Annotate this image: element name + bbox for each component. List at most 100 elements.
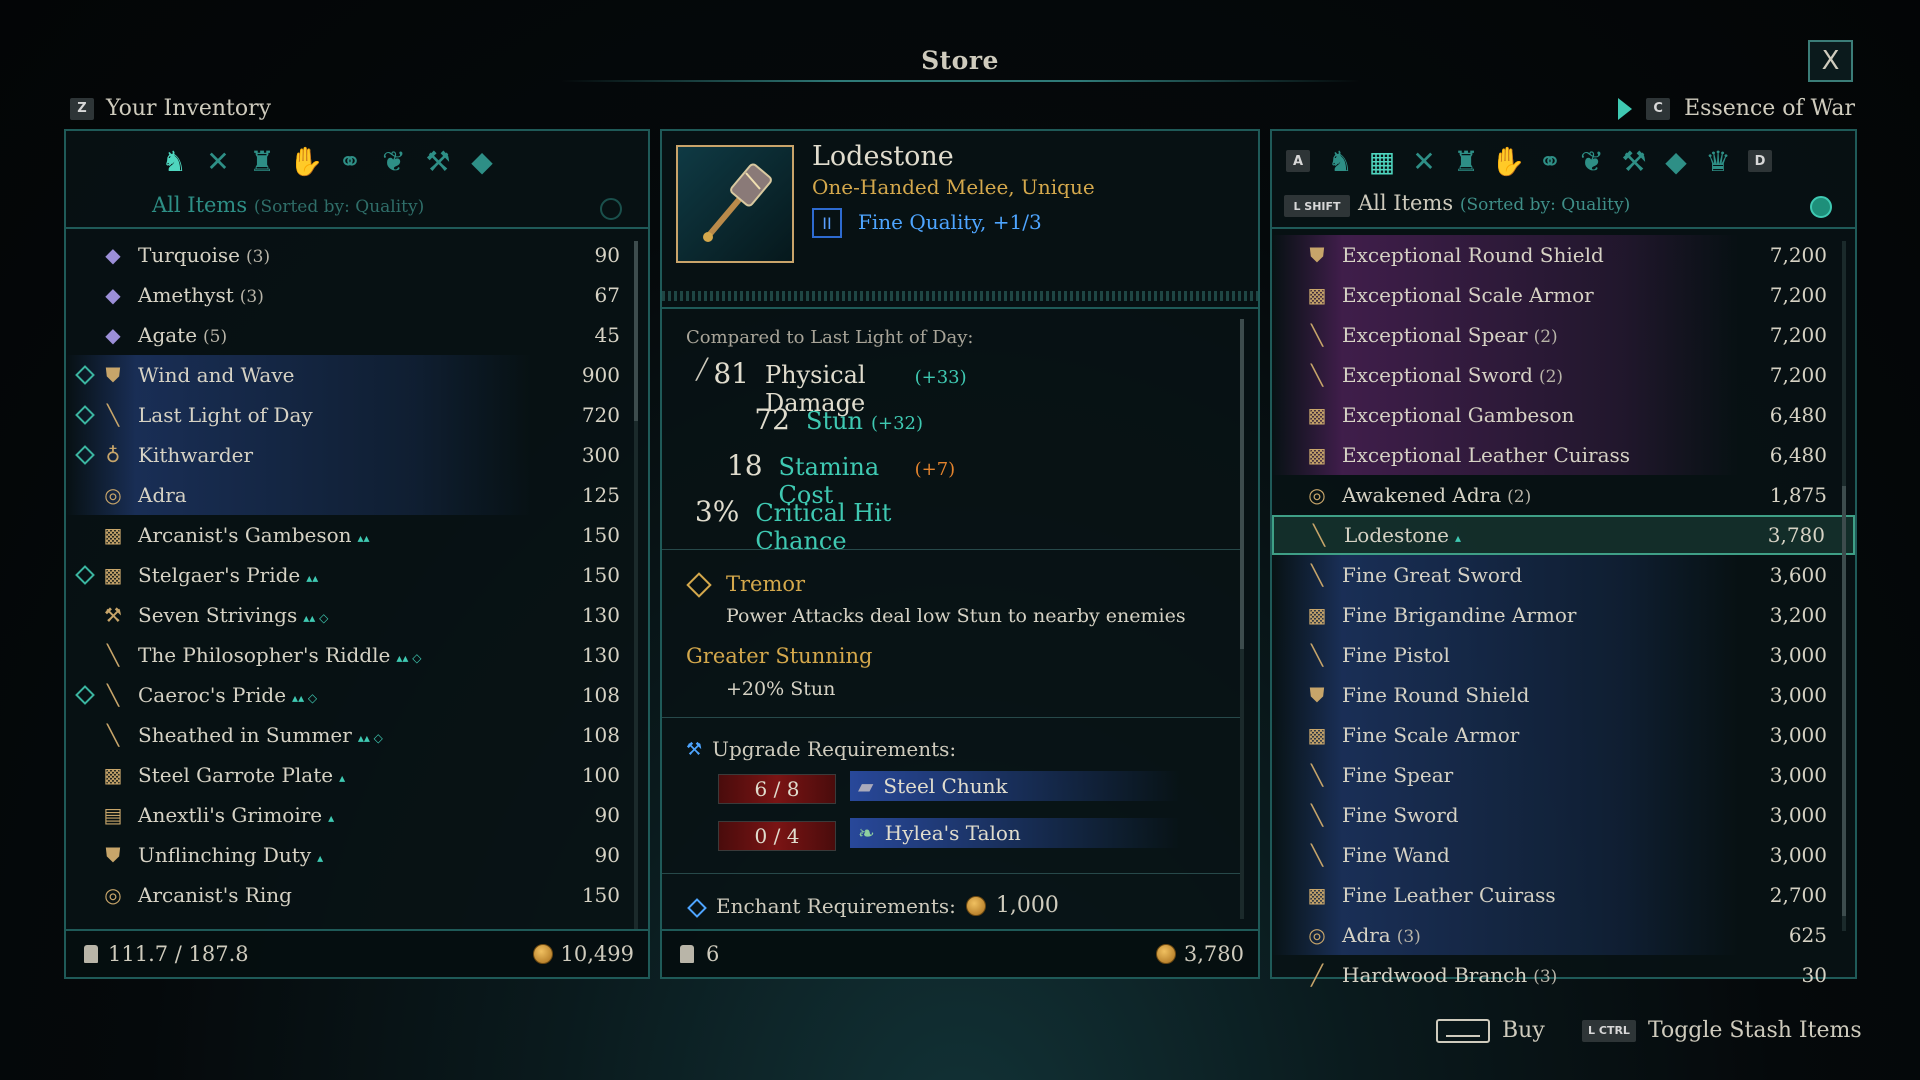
inventory-scrollbar[interactable] <box>634 241 638 931</box>
item-quantity: (3) <box>239 287 264 307</box>
list-item[interactable]: ╲ Sheathed in Summer ▴▴ ◇ 108 <box>66 715 648 755</box>
list-item[interactable]: ⛊ Fine Round Shield 3,000 <box>1272 675 1855 715</box>
rings-icon[interactable]: ⚭ <box>332 143 368 179</box>
armor-icon: ▩ <box>1307 883 1327 907</box>
trait2-title: Greater Stunning <box>686 644 873 668</box>
item-name: Arcanist's Ring <box>138 883 292 907</box>
diamond-icon[interactable]: ◆ <box>1658 143 1694 179</box>
item-quantity: (2) <box>1507 487 1532 507</box>
buy-hint[interactable]: Buy <box>1436 1018 1545 1043</box>
gauntlet-icon[interactable]: ✋ <box>288 143 324 179</box>
list-item[interactable]: ╲ Fine Spear 3,000 <box>1272 755 1855 795</box>
inventory-sort-label[interactable]: All Items (Sorted by: Quality) <box>152 193 424 217</box>
detail-scroll-thumb[interactable] <box>1240 319 1244 649</box>
list-item[interactable]: ╲ Fine Great Sword 3,600 <box>1272 555 1855 595</box>
quality-text: Fine Quality, +1/3 <box>858 210 1042 234</box>
ring-icon: ◎ <box>104 483 122 507</box>
store-sort-label[interactable]: All Items (Sorted by: Quality) <box>1358 191 1630 215</box>
detail-scrollbar[interactable] <box>1240 319 1244 919</box>
list-item[interactable]: ╲ Exceptional Sword (2) 7,200 <box>1272 355 1855 395</box>
item-name-text: Exceptional Round Shield <box>1342 243 1604 267</box>
armor-icon[interactable]: ♜ <box>1448 143 1484 179</box>
list-item[interactable]: ⛊ Unflinching Duty ▴ 90 <box>66 835 648 875</box>
list-item[interactable]: ╲ Last Light of Day 720 <box>66 395 648 435</box>
store-scroll-thumb[interactable] <box>1842 486 1846 916</box>
list-item[interactable]: ▩ Exceptional Leather Cuirass 6,480 <box>1272 435 1855 475</box>
list-item[interactable]: ◆ Turquoise (3) 90 <box>66 235 648 275</box>
list-item[interactable]: ◎ Adra 125 <box>66 475 648 515</box>
list-item[interactable]: ⛊ Exceptional Round Shield 7,200 <box>1272 235 1855 275</box>
armor-icon[interactable]: ♜ <box>244 143 280 179</box>
gem-flask-icon[interactable]: ❦ <box>376 143 412 179</box>
anvil-icon[interactable]: ⚒ <box>1616 143 1652 179</box>
list-item[interactable]: ◎ Arcanist's Ring 150 <box>66 875 648 915</box>
stat-name: Stun <box>806 407 863 435</box>
item-name-text: Arcanist's Gambeson <box>138 523 352 547</box>
item-name: Fine Pistol <box>1342 643 1450 667</box>
detail-footer: 6 3,780 <box>662 929 1258 977</box>
list-item[interactable]: ▩ Exceptional Scale Armor 7,200 <box>1272 275 1855 315</box>
enchant-requirements-text: Enchant Requirements: <box>716 893 956 918</box>
item-value: 30 <box>1801 963 1827 987</box>
item-price-value: 3,780 <box>1183 942 1244 966</box>
gauntlet-icon[interactable]: ✋ <box>1490 143 1526 179</box>
upgrade-req-name: Steel Chunk <box>883 774 1008 798</box>
equipped-diamond-icon <box>75 445 95 465</box>
armor-icon: ▩ <box>103 563 123 587</box>
list-item[interactable]: ◆ Agate (5) 45 <box>66 315 648 355</box>
item-name-text: Anextli's Grimoire <box>138 803 323 827</box>
list-item[interactable]: ╲ Exceptional Spear (2) 7,200 <box>1272 315 1855 355</box>
anvil-icon[interactable]: ⚒ <box>420 143 456 179</box>
upgrade-badge-icon: ▴▴ ◇ <box>292 691 318 705</box>
list-item[interactable]: ◎ Adra (3) 625 <box>1272 915 1855 955</box>
key-z-icon: Z <box>70 97 94 120</box>
toggle-stash-label: Toggle Stash Items <box>1648 1018 1862 1043</box>
anvil-icon: ⚒ <box>686 738 703 760</box>
chest-icon[interactable]: ▦ <box>1364 143 1400 179</box>
stat-value: 3% <box>694 495 740 528</box>
toggle-stash-hint[interactable]: L CTRL Toggle Stash Items <box>1582 1018 1862 1043</box>
inventory-scroll-thumb[interactable] <box>634 241 638 421</box>
list-item[interactable]: ╲ Caeroc's Pride ▴▴ ◇ 108 <box>66 675 648 715</box>
list-item[interactable]: ▩ Exceptional Gambeson 6,480 <box>1272 395 1855 435</box>
close-button[interactable]: X <box>1808 40 1853 82</box>
talon-icon: ❧ <box>858 821 875 845</box>
list-item[interactable]: ╲ Fine Wand 3,000 <box>1272 835 1855 875</box>
inventory-title: Your Inventory <box>106 96 272 121</box>
stat-row: 72 Stun (+32) <box>662 403 923 436</box>
sort-order-icon[interactable] <box>600 198 622 220</box>
item-name-text: Unflinching Duty <box>138 843 312 867</box>
list-item[interactable]: ▩ Fine Scale Armor 3,000 <box>1272 715 1855 755</box>
list-item[interactable]: ▩ Steel Garrote Plate ▴ 100 <box>66 755 648 795</box>
list-item[interactable]: ⚒ Seven Strivings ▴▴ ◇ 130 <box>66 595 648 635</box>
list-item[interactable]: ╲ The Philosopher's Riddle ▴▴ ◇ 130 <box>66 635 648 675</box>
store-scrollbar[interactable] <box>1842 241 1846 931</box>
bag-icon[interactable]: ♞ <box>156 143 192 179</box>
decorative-band <box>662 291 1258 301</box>
diamond-icon[interactable]: ◆ <box>464 143 500 179</box>
sort-order-icon[interactable] <box>1810 196 1832 218</box>
bag-icon[interactable]: ♞ <box>1322 143 1358 179</box>
list-item[interactable]: ╲ Lodestone ▴ 3,780 <box>1272 515 1855 555</box>
crossed-weapons-icon[interactable]: ✕ <box>200 143 236 179</box>
rings-icon[interactable]: ⚭ <box>1532 143 1568 179</box>
crown-icon[interactable]: ♛ <box>1700 143 1736 179</box>
list-item[interactable]: ▩ Stelgaer's Pride ▴▴ 150 <box>66 555 648 595</box>
upgrade-req-count: 6 / 8 <box>718 774 836 804</box>
list-item[interactable]: ♁ Kithwarder 300 <box>66 435 648 475</box>
sword-icon: ╲ <box>1310 803 1324 827</box>
list-item[interactable]: ╲ Fine Pistol 3,000 <box>1272 635 1855 675</box>
list-item[interactable]: ╲ Fine Sword 3,000 <box>1272 795 1855 835</box>
list-item[interactable]: ▩ Fine Leather Cuirass 2,700 <box>1272 875 1855 915</box>
gem-flask-icon[interactable]: ❦ <box>1574 143 1610 179</box>
list-item[interactable]: ╱ Hardwood Branch (3) 30 <box>1272 955 1855 995</box>
item-value: 6,480 <box>1769 403 1827 427</box>
list-item[interactable]: ⛊ Wind and Wave 900 <box>66 355 648 395</box>
list-item[interactable]: ◎ Awakened Adra (2) 1,875 <box>1272 475 1855 515</box>
crossed-weapons-icon[interactable]: ✕ <box>1406 143 1442 179</box>
list-item[interactable]: ◆ Amethyst (3) 67 <box>66 275 648 315</box>
list-item[interactable]: ▩ Arcanist's Gambeson ▴▴ 150 <box>66 515 648 555</box>
weight-icon <box>680 945 694 963</box>
list-item[interactable]: ▤ Anextli's Grimoire ▴ 90 <box>66 795 648 835</box>
list-item[interactable]: ▩ Fine Brigandine Armor 3,200 <box>1272 595 1855 635</box>
